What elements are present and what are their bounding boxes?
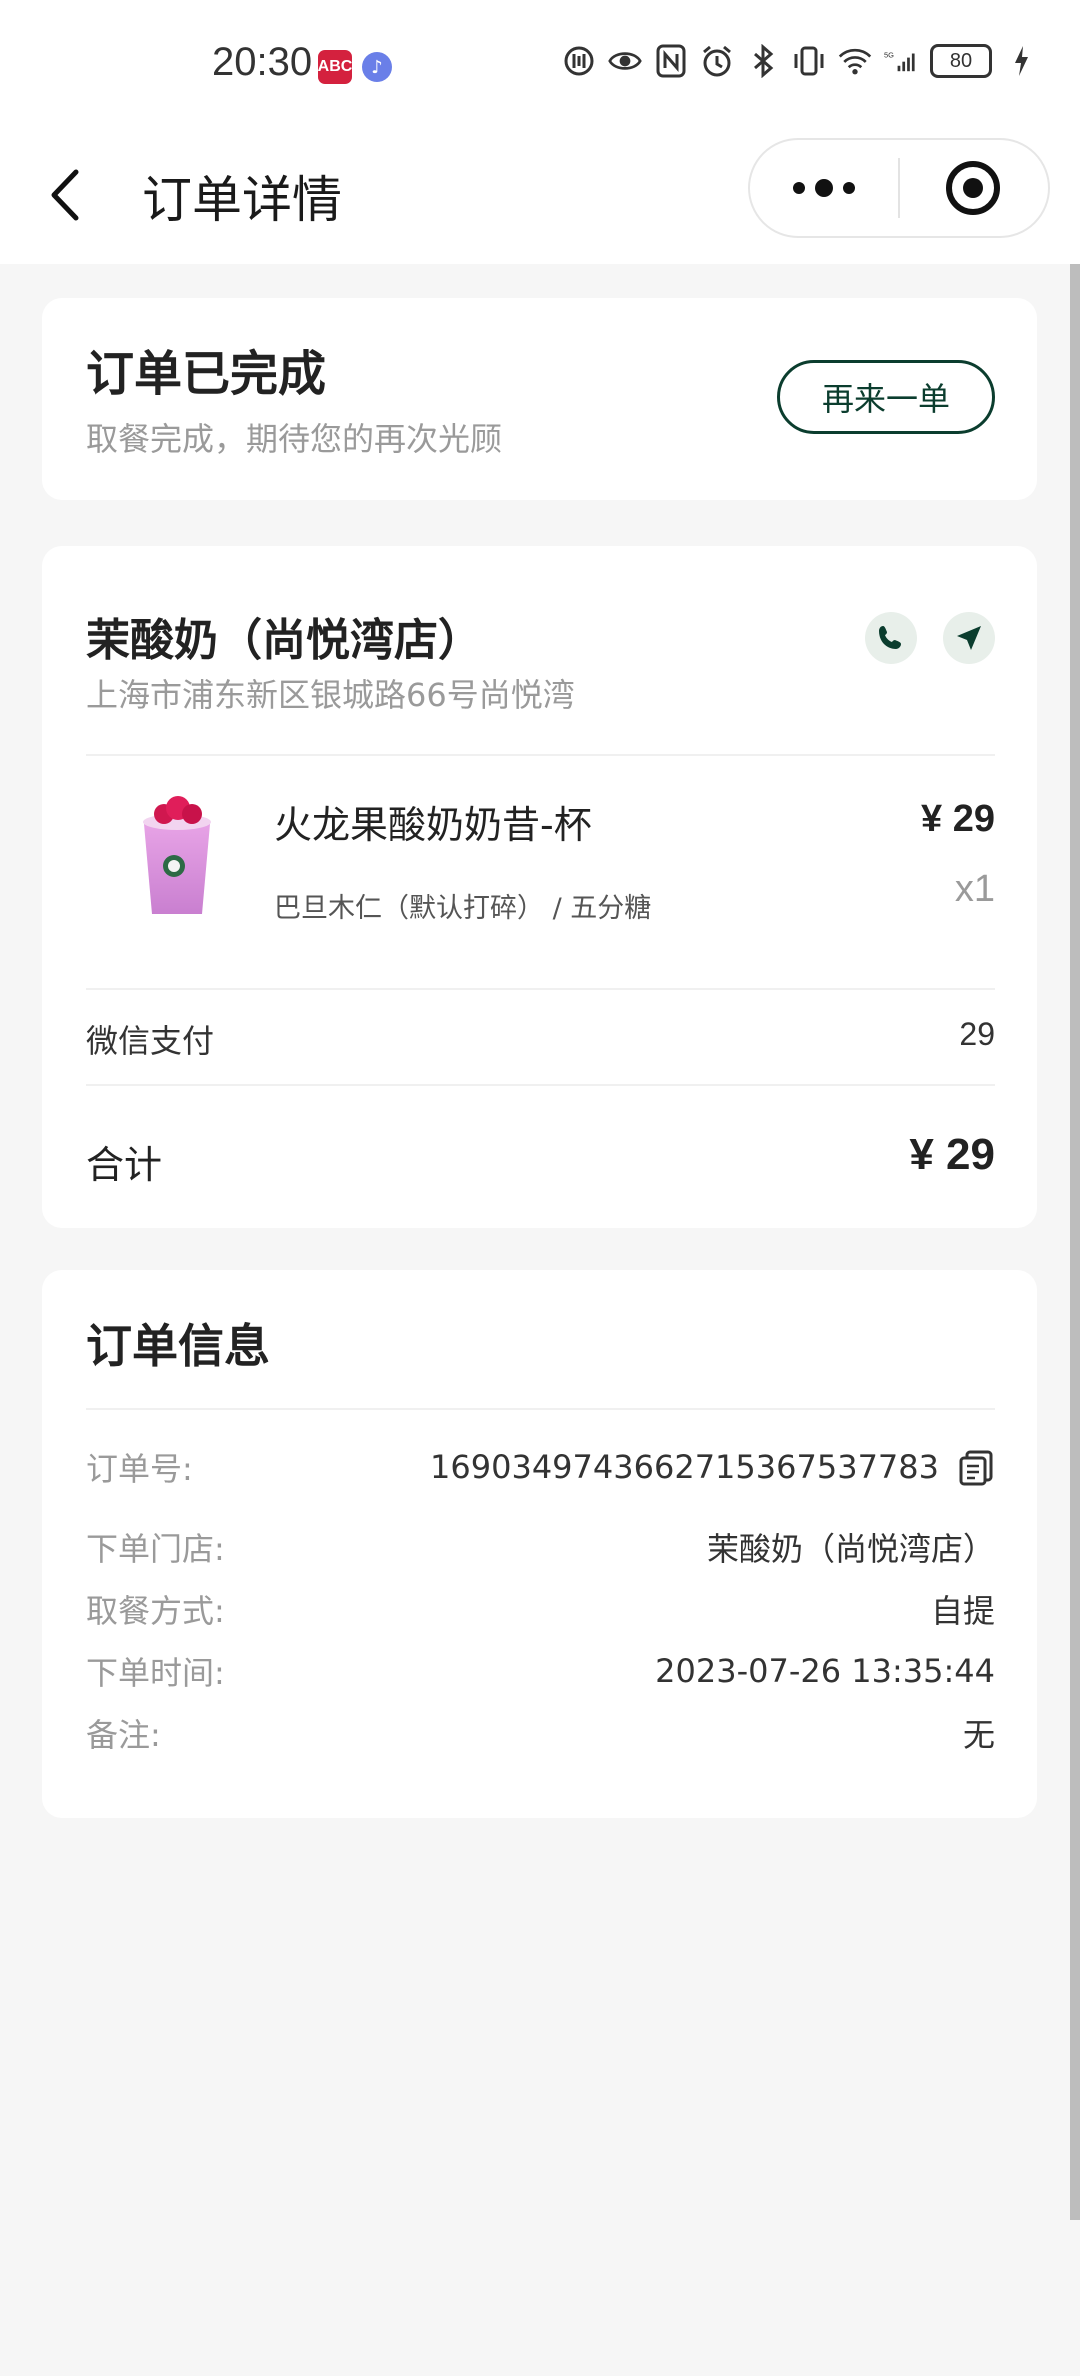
scrollbar[interactable] <box>1070 264 1080 2220</box>
pickup-method-value: 自提 <box>930 1592 995 1630</box>
order-number-label: 订单号: <box>86 1450 193 1488</box>
more-button[interactable] <box>750 140 898 236</box>
order-status-card: 订单已完成 取餐完成，期待您的再次光顾 再来一单 <box>42 298 1037 500</box>
product-options: 巴旦木仁（默认打碎） / 五分糖 <box>274 893 652 924</box>
store-address: 上海市浦东新区银城路66号尚悦湾 <box>86 676 575 714</box>
divider <box>86 988 995 990</box>
status-bar: 20:30 ABC ♪ 5G 80 <box>0 0 1080 130</box>
divider <box>86 1084 995 1086</box>
remark-row: 备注: 无 <box>86 1708 995 1758</box>
phone-icon <box>879 626 901 649</box>
product-quantity: x1 <box>954 868 995 910</box>
remark-value: 无 <box>962 1716 995 1754</box>
more-dots-icon <box>793 179 855 197</box>
reorder-button[interactable]: 再来一单 <box>777 360 995 434</box>
product-price: ¥ 29 <box>921 798 995 840</box>
order-detail-card: 茉酸奶（尚悦湾店） 上海市浦东新区银城路66号尚悦湾 火龙果酸奶奶昔-杯 巴旦木… <box>42 546 1037 1228</box>
product-image <box>122 786 232 926</box>
bank-app-icon: ABC <box>318 50 352 84</box>
order-number-row: 订单号: 1690349743662715367537783 <box>86 1442 995 1492</box>
total-amount: ¥ 29 <box>909 1130 995 1179</box>
close-mini-program-button[interactable] <box>900 140 1046 236</box>
mini-program-capsule <box>748 138 1050 238</box>
pickup-method-row: 取餐方式: 自提 <box>86 1584 995 1634</box>
order-number-value: 1690349743662715367537783 <box>430 1448 939 1486</box>
payment-amount: 29 <box>959 1016 995 1052</box>
navigation-arrow-icon <box>957 626 981 650</box>
order-time-label: 下单时间: <box>86 1654 225 1692</box>
svg-text:5G: 5G <box>884 51 894 60</box>
store-value: 茉酸奶（尚悦湾店） <box>706 1530 995 1568</box>
divider <box>86 1408 995 1410</box>
product-name: 火龙果酸奶奶昔-杯 <box>274 803 592 847</box>
order-time-row: 下单时间: 2023-07-26 13:35:44 <box>86 1646 995 1696</box>
charging-icon <box>1004 44 1038 78</box>
order-info-card: 订单信息 订单号: 1690349743662715367537783 下单门店… <box>42 1270 1037 1818</box>
alarm-icon <box>700 44 734 78</box>
order-info-title: 订单信息 <box>86 1319 270 1373</box>
store-name: 茉酸奶（尚悦湾店） <box>86 615 482 666</box>
store-row: 下单门店: 茉酸奶（尚悦湾店） <box>86 1522 995 1572</box>
target-close-icon <box>946 161 1000 215</box>
music-app-icon: ♪ <box>362 52 392 82</box>
5g-signal-icon: 5G <box>884 44 918 78</box>
nav-bar: 订单详情 <box>0 130 1080 264</box>
copy-icon[interactable] <box>957 1448 995 1486</box>
call-store-button[interactable] <box>865 612 917 664</box>
remark-label: 备注: <box>86 1716 161 1754</box>
wifi-icon <box>838 44 872 78</box>
status-icons: 5G 80 <box>562 44 1038 78</box>
page-title: 订单详情 <box>142 171 342 229</box>
nfc-icon <box>654 44 688 78</box>
vibrate-icon <box>792 44 826 78</box>
back-button[interactable] <box>40 160 100 230</box>
order-time-value: 2023-07-26 13:35:44 <box>655 1652 995 1690</box>
bluetooth-icon <box>746 44 780 78</box>
battery-indicator: 80 <box>930 44 992 78</box>
order-number-value-group: 1690349743662715367537783 <box>430 1448 995 1486</box>
order-status-title: 订单已完成 <box>86 346 327 402</box>
store-label: 下单门店: <box>86 1530 225 1568</box>
payment-method-label: 微信支付 <box>86 1022 215 1060</box>
status-time: 20:30 <box>212 40 313 84</box>
total-label: 合计 <box>86 1143 163 1187</box>
divider <box>86 754 995 756</box>
chevron-left-icon <box>51 169 79 221</box>
data-saver-icon <box>562 44 596 78</box>
eye-icon <box>608 44 642 78</box>
navigate-button[interactable] <box>943 612 995 664</box>
pickup-method-label: 取餐方式: <box>86 1592 225 1630</box>
order-status-subtitle: 取餐完成，期待您的再次光顾 <box>86 420 503 458</box>
